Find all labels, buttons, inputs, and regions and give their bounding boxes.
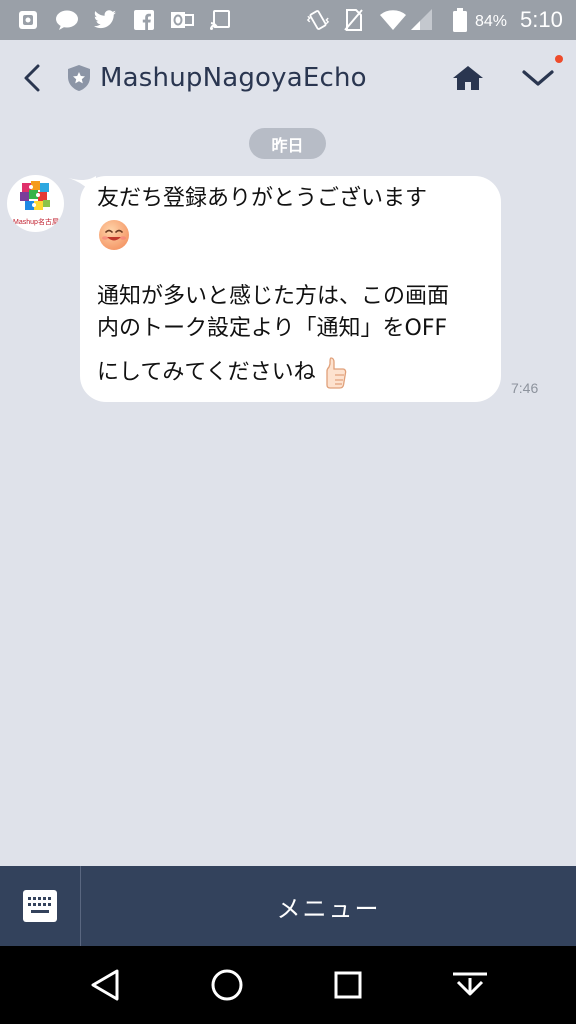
message-line-3: 内のトーク設定より「通知」をOFF [97, 316, 448, 341]
nav-back-button[interactable] [80, 960, 130, 1010]
nav-home-button[interactable] [202, 960, 252, 1010]
back-chevron-icon [24, 64, 40, 92]
date-separator: 昨日 [249, 128, 326, 159]
header-menu-button[interactable] [516, 58, 560, 98]
chat-title[interactable]: MashupNagoyaEcho [66, 58, 367, 98]
signal-icon [410, 8, 434, 32]
message-line-1: 友だち登録ありがとうございます [97, 186, 428, 211]
home-button[interactable] [448, 58, 488, 98]
chat-bubble-icon [55, 8, 79, 32]
clock: 5:10 [520, 7, 563, 32]
rich-menu-bar: メニュー [0, 866, 576, 946]
nav-hide-keyboard-button[interactable] [445, 960, 495, 1010]
avatar-caption: Mashup名古屋 [13, 219, 59, 226]
back-triangle-icon [91, 969, 119, 1001]
message-line-4: にしてみてくださいね [97, 360, 316, 385]
avatar[interactable]: Mashup名古屋 [7, 175, 64, 232]
home-icon [453, 66, 483, 90]
outlook-icon [170, 8, 194, 32]
back-button[interactable] [14, 58, 50, 98]
facebook-icon [132, 8, 156, 32]
app-notification-icon [16, 8, 40, 32]
cast-icon [208, 8, 232, 32]
thumbs-up-icon [326, 357, 346, 389]
vibrate-icon [306, 8, 330, 32]
battery-percent: 84% [475, 13, 508, 30]
wifi-icon [379, 8, 407, 32]
keyboard-toggle-button[interactable] [0, 866, 80, 946]
keyboard-icon [23, 890, 57, 922]
message-line-2: 通知が多いと感じた方は、この画面 [97, 284, 450, 309]
official-shield-star-icon [68, 65, 90, 91]
smiling-face-icon [99, 220, 129, 250]
message-timestamp: 7:46 [511, 380, 539, 396]
nav-recents-button[interactable] [323, 960, 373, 1010]
chevron-down-icon [522, 70, 554, 86]
home-circle-icon [211, 969, 243, 1001]
recents-square-icon [334, 971, 362, 999]
system-nav-bar [0, 946, 576, 1024]
message-line-4-row: にしてみてくださいね [97, 356, 492, 390]
chat-title-text: MashupNagoyaEcho [100, 63, 367, 93]
emoji-row [97, 216, 492, 256]
hide-keyboard-icon [453, 972, 487, 996]
twitter-icon [93, 8, 117, 32]
status-bar: 84% 5:10 [0, 0, 576, 40]
message-text: 友だち登録ありがとうございます 通知が多いと感じた方は、この画面 内のトーク設定… [97, 182, 492, 390]
chat-screen: 84% 5:10 MashupNagoyaEcho 昨日 Mashup名古屋 友… [0, 0, 576, 1024]
rich-menu-button[interactable]: メニュー [81, 866, 576, 946]
battery-icon [452, 8, 468, 32]
notification-dot [555, 55, 563, 63]
sim-off-icon [341, 8, 365, 32]
chat-header: MashupNagoyaEcho [0, 40, 576, 116]
